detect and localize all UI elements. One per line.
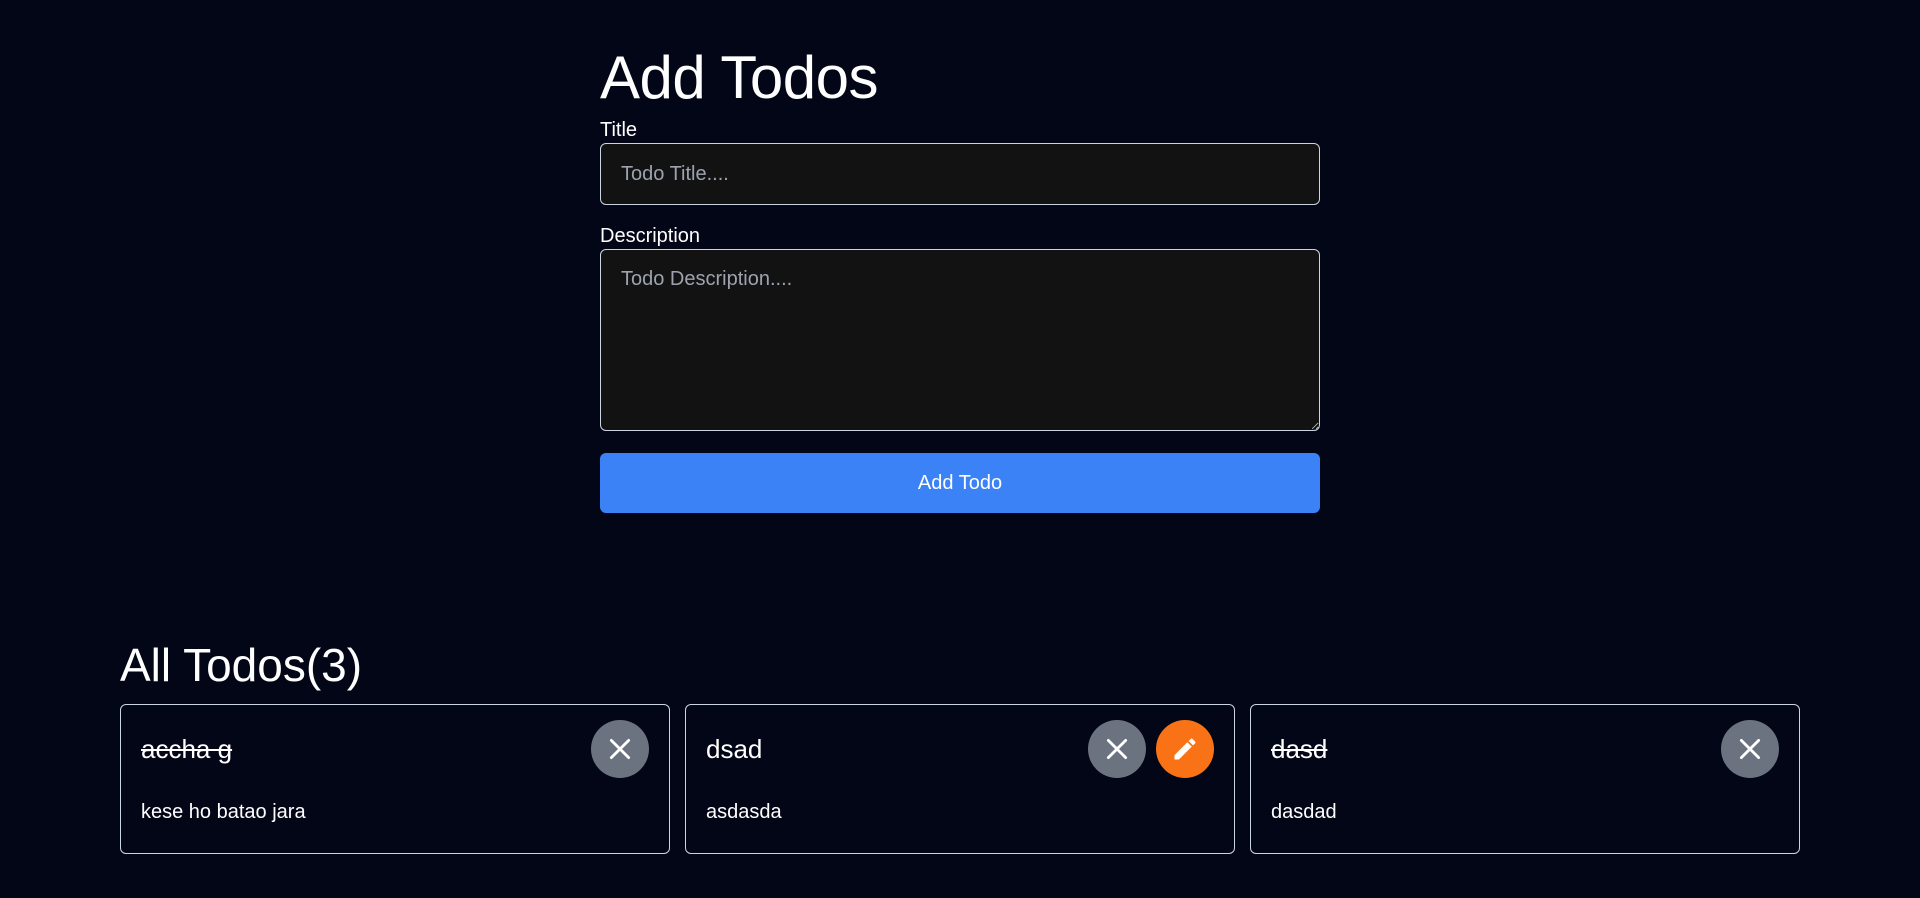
delete-button[interactable]: [591, 720, 649, 778]
todos-heading: All Todos (3): [120, 636, 1800, 694]
todo-actions: [1721, 720, 1779, 778]
todo-title[interactable]: dsad: [706, 732, 762, 766]
description-textarea[interactable]: [600, 249, 1320, 431]
todo-description: kese ho batao jara: [141, 801, 306, 823]
edit-button[interactable]: [1156, 720, 1214, 778]
todo-list: accha g kese ho batao jara dsad asdasda: [120, 704, 1800, 854]
todo-description: asdasda: [706, 801, 782, 823]
pencil-icon: [1174, 738, 1196, 760]
todo-actions: [591, 720, 649, 778]
todo-card: dasd dasdad: [1250, 704, 1800, 854]
close-icon: [1739, 738, 1761, 760]
todo-actions: [1088, 720, 1214, 778]
close-icon: [609, 738, 631, 760]
delete-button[interactable]: [1721, 720, 1779, 778]
delete-button[interactable]: [1088, 720, 1146, 778]
todo-title[interactable]: accha g: [141, 732, 232, 766]
page-title: Add Todos: [600, 44, 878, 111]
todos-section: All Todos (3) accha g kese ho batao jara …: [120, 636, 1800, 854]
title-input[interactable]: [600, 143, 1320, 205]
todo-description: dasdad: [1271, 801, 1337, 823]
close-icon: [1106, 738, 1128, 760]
todo-title[interactable]: dasd: [1271, 732, 1327, 766]
todos-heading-label: All Todos: [120, 639, 306, 691]
todos-count: (3): [305, 639, 363, 691]
todo-card: accha g kese ho batao jara: [120, 704, 670, 854]
add-todo-button[interactable]: Add Todo: [600, 453, 1320, 513]
description-label: Description: [600, 225, 701, 247]
todo-card: dsad asdasda: [685, 704, 1235, 854]
add-todo-form: Add Todos Title Description Add Todo: [600, 40, 1320, 513]
title-label: Title: [600, 119, 638, 141]
